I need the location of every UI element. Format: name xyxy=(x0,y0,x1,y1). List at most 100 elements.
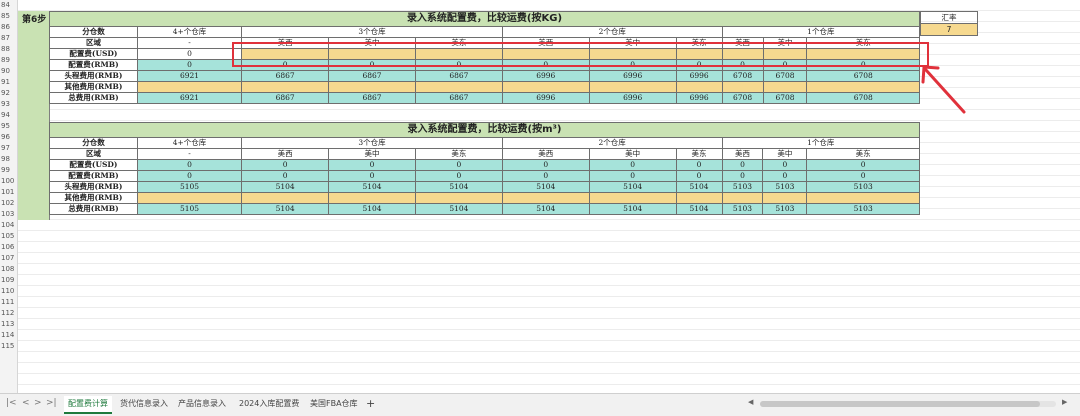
cell-region[interactable]: - xyxy=(136,148,243,160)
cell-head[interactable]: 6867 xyxy=(241,70,330,82)
tab-peizhifei-jisuan[interactable]: 配置费计算 xyxy=(64,396,112,414)
group-header[interactable]: 4+个仓库 xyxy=(136,26,243,38)
cell-total[interactable]: 6867 xyxy=(328,92,416,104)
cell-fee-rmb[interactable]: 0 xyxy=(414,170,503,182)
last-sheet-icon[interactable]: >| xyxy=(46,398,57,408)
cell-fee-rmb[interactable]: 0 xyxy=(501,170,590,182)
row-label-region[interactable]: 区域 xyxy=(49,148,138,160)
cell-total[interactable]: 6996 xyxy=(588,92,677,104)
cell-fee-usd[interactable]: 0 xyxy=(328,159,416,171)
cell-region[interactable]: 美西 xyxy=(501,148,590,160)
cell-head[interactable]: 6996 xyxy=(588,70,677,82)
row-header-column[interactable]: 84 85 86 87 88 89 90 91 92 93 94 95 96 97 98 99 100 101 10… xyxy=(0,0,18,393)
cell-other[interactable] xyxy=(414,192,503,204)
row-number[interactable]: 87 xyxy=(0,33,17,44)
row-number[interactable]: 109 xyxy=(0,275,17,286)
cell-total[interactable]: 5104 xyxy=(241,203,330,215)
row-number[interactable]: 115 xyxy=(0,341,17,352)
cell-other[interactable] xyxy=(328,81,416,93)
scrollbar-thumb[interactable] xyxy=(760,401,1040,407)
cell-total[interactable]: 5104 xyxy=(501,203,590,215)
row-label-other[interactable]: 其他费用(RMB) xyxy=(49,81,138,93)
group-header[interactable]: 1个仓库 xyxy=(721,137,921,149)
row-number[interactable]: 85 xyxy=(0,11,17,22)
row-number[interactable]: 89 xyxy=(0,55,17,66)
cell-head[interactable]: 6708 xyxy=(721,70,764,82)
row-number[interactable]: 100 xyxy=(0,176,17,187)
row-label-fee-usd[interactable]: 配置费(USD) xyxy=(49,48,138,60)
table-title[interactable]: 录入系统配置费，比较运费(按m³) xyxy=(49,122,920,138)
cell-other[interactable] xyxy=(241,192,330,204)
cell-head[interactable]: 5104 xyxy=(588,181,677,193)
cell-total[interactable]: 5103 xyxy=(806,203,920,215)
cell-total[interactable]: 5104 xyxy=(675,203,723,215)
cell-other[interactable] xyxy=(675,81,723,93)
cell-head[interactable]: 6867 xyxy=(414,70,503,82)
cell-region[interactable]: - xyxy=(136,37,243,49)
cell-fee-rmb[interactable]: 0 xyxy=(721,170,764,182)
row-number[interactable]: 105 xyxy=(0,231,17,242)
cell-head[interactable]: 5104 xyxy=(414,181,503,193)
cell-fee-usd[interactable]: 0 xyxy=(721,159,764,171)
cell-head[interactable]: 5104 xyxy=(328,181,416,193)
row-label-warehouses[interactable]: 分仓数 xyxy=(49,26,138,38)
cell-total[interactable]: 6867 xyxy=(241,92,330,104)
cell-total[interactable]: 6996 xyxy=(501,92,590,104)
row-number[interactable]: 106 xyxy=(0,242,17,253)
tab-fba-warehouse[interactable]: 美国FBA仓库 xyxy=(306,396,362,412)
cell-region[interactable]: 美西 xyxy=(241,148,330,160)
row-number[interactable]: 93 xyxy=(0,99,17,110)
row-number[interactable]: 113 xyxy=(0,319,17,330)
cell-region[interactable]: 美东 xyxy=(675,148,723,160)
row-number[interactable]: 114 xyxy=(0,330,17,341)
table-title[interactable]: 录入系统配置费，比较运费(按KG) xyxy=(49,11,920,27)
spreadsheet-grid[interactable]: 84 85 86 87 88 89 90 91 92 93 94 95 96 97 98 99 100 101 10… xyxy=(0,0,1080,393)
row-number[interactable]: 101 xyxy=(0,187,17,198)
exchange-rate-value[interactable]: 7 xyxy=(920,23,978,36)
cell-region[interactable]: 美东 xyxy=(806,148,920,160)
cell-other[interactable] xyxy=(721,81,764,93)
cell-head[interactable]: 5104 xyxy=(501,181,590,193)
cell-other[interactable] xyxy=(721,192,764,204)
tab-huodai-xinxi[interactable]: 货代信息录入 xyxy=(116,396,172,412)
cell-region[interactable]: 美东 xyxy=(414,148,503,160)
cell-total[interactable]: 6708 xyxy=(762,92,808,104)
cell-region[interactable]: 美中 xyxy=(588,148,677,160)
row-number[interactable]: 107 xyxy=(0,253,17,264)
row-number[interactable]: 102 xyxy=(0,198,17,209)
cell-fee-usd[interactable]: 0 xyxy=(241,159,330,171)
row-label-fee-rmb[interactable]: 配置费(RMB) xyxy=(49,170,138,182)
cell-head[interactable]: 5103 xyxy=(762,181,808,193)
cell-region[interactable]: 美中 xyxy=(328,148,416,160)
cell-fee-rmb[interactable]: 0 xyxy=(241,170,330,182)
cell-fee-usd[interactable]: 0 xyxy=(806,159,920,171)
cell-fee-usd[interactable]: 0 xyxy=(675,159,723,171)
row-label-warehouses[interactable]: 分仓数 xyxy=(49,137,138,149)
cell-total[interactable]: 6708 xyxy=(806,92,920,104)
cell-total[interactable]: 6921 xyxy=(136,92,243,104)
cell-region[interactable]: 美西 xyxy=(721,148,764,160)
row-label-total[interactable]: 总费用(RMB) xyxy=(49,203,138,215)
cell-total[interactable]: 5104 xyxy=(414,203,503,215)
tab-chanpin-xinxi[interactable]: 产品信息录入 xyxy=(174,396,230,412)
row-label-head[interactable]: 头程费用(RMB) xyxy=(49,181,138,193)
horizontal-scrollbar[interactable] xyxy=(760,401,1056,407)
add-sheet-button[interactable]: + xyxy=(366,396,375,412)
cell-other[interactable] xyxy=(501,81,590,93)
cell-total[interactable]: 6867 xyxy=(414,92,503,104)
scroll-left-icon[interactable]: ◀ xyxy=(748,398,753,406)
cell-other[interactable] xyxy=(675,192,723,204)
cell-fee-usd[interactable]: 0 xyxy=(414,159,503,171)
cell-other[interactable] xyxy=(136,81,243,93)
row-number[interactable]: 95 xyxy=(0,121,17,132)
row-number[interactable]: 94 xyxy=(0,110,17,121)
prev-sheet-icon[interactable]: < xyxy=(22,398,30,408)
cell-fee-usd[interactable]: 0 xyxy=(762,159,808,171)
row-number[interactable]: 99 xyxy=(0,165,17,176)
row-number[interactable]: 96 xyxy=(0,132,17,143)
cell-total[interactable]: 5104 xyxy=(588,203,677,215)
cell-fee-rmb[interactable]: 0 xyxy=(136,59,243,71)
cell-head[interactable]: 6708 xyxy=(762,70,808,82)
group-header[interactable]: 3个仓库 xyxy=(241,137,503,149)
row-number[interactable]: 97 xyxy=(0,143,17,154)
